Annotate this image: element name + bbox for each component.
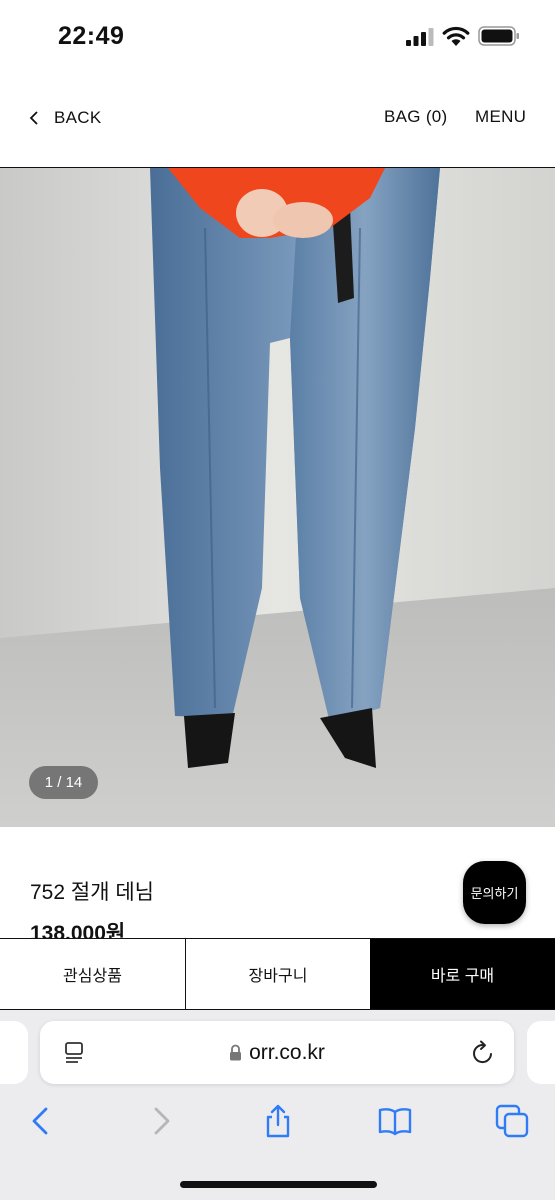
add-to-cart-button[interactable]: 장바구니 xyxy=(186,939,370,1009)
back-arrow-icon[interactable] xyxy=(24,1104,58,1138)
next-tab-preview[interactable] xyxy=(527,1021,555,1084)
address-bar[interactable]: orr.co.kr xyxy=(40,1021,514,1084)
share-icon[interactable] xyxy=(261,1104,295,1138)
status-bar: 22:49 xyxy=(0,0,555,76)
wifi-icon xyxy=(442,26,470,46)
inquiry-button[interactable]: 문의하기 xyxy=(463,861,526,924)
reload-icon[interactable] xyxy=(471,1040,495,1066)
browser-toolbar: orr.co.kr xyxy=(0,1010,555,1200)
product-photo xyxy=(0,168,555,827)
status-time: 22:49 xyxy=(58,22,125,50)
menu-link[interactable]: MENU xyxy=(475,107,526,127)
bookmarks-icon[interactable] xyxy=(378,1104,412,1138)
image-counter: 1 / 14 xyxy=(29,766,98,799)
product-name: 752 절개 데님 xyxy=(30,881,154,904)
buy-now-button[interactable]: 바로 구매 xyxy=(370,939,555,1009)
previous-tab-preview[interactable] xyxy=(0,1021,28,1084)
chevron-left-icon xyxy=(29,111,38,125)
wishlist-button[interactable]: 관심상품 xyxy=(0,939,186,1009)
purchase-action-bar: 관심상품 장바구니 바로 구매 xyxy=(0,938,555,1010)
back-label: BACK xyxy=(54,108,102,127)
lock-icon xyxy=(230,1044,242,1061)
battery-icon xyxy=(478,26,519,46)
product-image-gallery[interactable]: 1 / 14 xyxy=(0,168,555,827)
url-text: orr.co.kr xyxy=(249,1040,325,1064)
bag-link[interactable]: BAG (0) xyxy=(384,107,448,127)
product-price: 138,000원 xyxy=(30,922,126,938)
forward-arrow-icon[interactable] xyxy=(144,1104,178,1138)
back-button[interactable]: BACK xyxy=(28,107,102,129)
home-indicator[interactable] xyxy=(180,1181,377,1188)
cellular-signal-icon xyxy=(406,28,434,46)
site-header: BACK BAG (0) MENU xyxy=(0,76,555,168)
url-display: orr.co.kr xyxy=(40,1021,514,1084)
tabs-icon[interactable] xyxy=(495,1104,529,1138)
